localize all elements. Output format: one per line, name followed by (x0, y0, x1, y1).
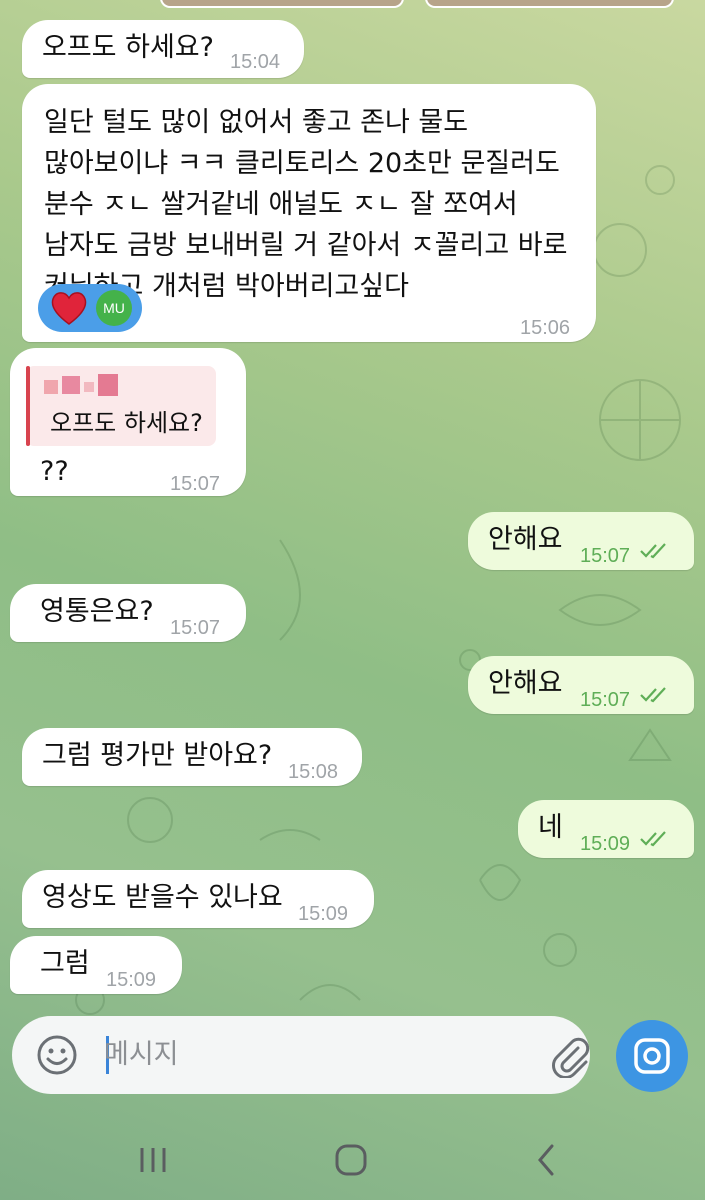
message-text: 안해요 (488, 668, 563, 699)
message-incoming[interactable]: 그럼 15:09 (10, 936, 182, 994)
message-time: 15:07 (170, 473, 221, 495)
message-composer[interactable]: 메시지 (12, 1016, 590, 1094)
recent-apps-icon[interactable] (128, 1138, 178, 1182)
message-time: 15:09 (580, 833, 631, 855)
message-incoming[interactable]: 오프도 하세요? 15:04 (22, 20, 304, 78)
message-time: 15:08 (288, 761, 339, 783)
camera-icon (634, 1038, 670, 1074)
read-checkmarks-icon (640, 687, 666, 703)
message-line: 일단 털도 많이 없어서 좋고 존나 물도 (44, 107, 469, 138)
message-line: 남자도 금방 보내버릴 거 같아서 ㅈ꼴리고 바로 (44, 230, 568, 261)
message-time: 15:07 (170, 617, 221, 639)
message-line: 분수 ㅈㄴ 쌀거같네 애널도 ㅈㄴ 잘 쪼여서 (44, 189, 518, 220)
message-time: 15:09 (298, 903, 349, 925)
message-text-block: 일단 털도 많이 없어서 좋고 존나 물도 많아보이냐 ㅋㅋ 클리토리스 20초… (44, 102, 574, 307)
message-text: 안해요 (488, 524, 563, 555)
message-time: 15:09 (106, 969, 157, 991)
paperclip-icon[interactable] (548, 1034, 592, 1078)
message-text: 네 (538, 812, 563, 843)
message-time: 15:07 (580, 689, 631, 711)
message-text: 그럼 평가만 받아요? (42, 740, 273, 771)
read-checkmarks-icon (640, 543, 666, 559)
reply-quote[interactable]: 오프도 하세요? (26, 366, 216, 446)
message-text: 그럼 (40, 948, 90, 979)
message-incoming[interactable]: 그럼 평가만 받아요? 15:08 (22, 728, 362, 786)
message-line: 많아보이냐 ㅋㅋ 클리토리스 20초만 문질러도 (44, 148, 560, 179)
system-navigation-bar (0, 1120, 705, 1200)
message-input[interactable]: 메시지 (104, 1038, 179, 1072)
camera-button[interactable] (616, 1020, 688, 1092)
quote-bar (26, 366, 30, 446)
reaction-chip[interactable]: MU (38, 284, 142, 332)
message-incoming[interactable]: 영상도 받을수 있나요 15:09 (22, 870, 374, 928)
message-text: ?? (40, 456, 69, 487)
heart-icon (51, 292, 87, 325)
message-time: 15:07 (580, 545, 631, 567)
back-icon[interactable] (522, 1138, 572, 1182)
avatar: MU (96, 290, 132, 326)
message-list[interactable]: 오프도 하세요? 15:04 일단 털도 많이 없어서 좋고 존나 물도 많아보… (0, 0, 705, 1000)
read-checkmarks-icon (640, 831, 666, 847)
home-icon[interactable] (326, 1138, 376, 1182)
message-text: 영상도 받을수 있나요 (42, 882, 283, 913)
blurred-sender-name (44, 374, 118, 396)
message-time: 15:06 (520, 317, 571, 339)
message-incoming-reply[interactable]: 오프도 하세요? ?? 15:07 (10, 348, 246, 496)
quoted-text: 오프도 하세요? (50, 409, 203, 437)
message-outgoing[interactable]: 네 15:09 (518, 800, 694, 858)
message-time: 15:04 (230, 51, 281, 73)
message-incoming-long[interactable]: 일단 털도 많이 없어서 좋고 존나 물도 많아보이냐 ㅋㅋ 클리토리스 20초… (22, 84, 596, 342)
message-text: 오프도 하세요? (42, 32, 214, 63)
smiley-icon[interactable] (36, 1034, 78, 1076)
message-incoming[interactable]: 영통은요? 15:07 (10, 584, 246, 642)
message-outgoing[interactable]: 안해요 15:07 (468, 656, 694, 714)
message-outgoing[interactable]: 안해요 15:07 (468, 512, 694, 570)
message-text: 영통은요? (40, 596, 154, 627)
